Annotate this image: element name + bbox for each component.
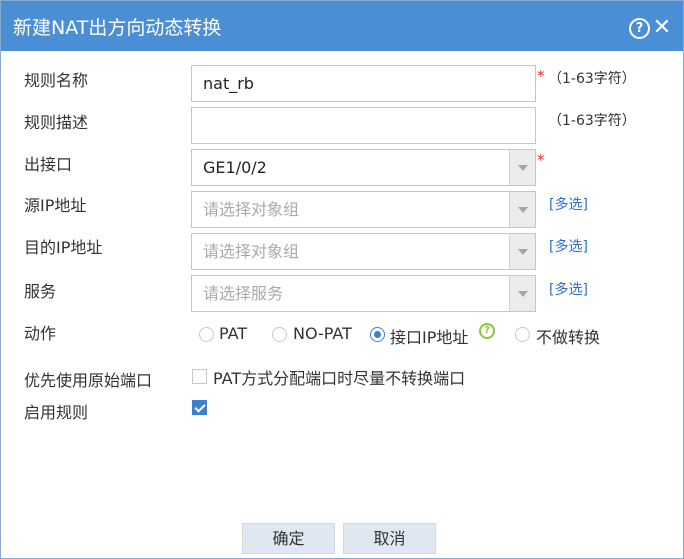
- prefer-port-checkbox[interactable]: [192, 369, 207, 384]
- dst-ip-dropdown-button[interactable]: [509, 234, 535, 269]
- enable-rule-checkbox[interactable]: [192, 400, 207, 415]
- prefer-port-label: 优先使用原始端口: [24, 371, 153, 390]
- radio-no-pat-label[interactable]: NO-PAT: [293, 324, 352, 343]
- radio-interface-ip-label[interactable]: 接口IP地址: [390, 324, 468, 348]
- egress-value: GE1/0/2: [203, 158, 267, 177]
- help-icon[interactable]: ?: [629, 18, 650, 39]
- radio-pat[interactable]: [199, 327, 214, 342]
- chevron-down-icon: [518, 165, 528, 171]
- nat-dialog: 新建NAT出方向动态转换 ? ✕ 规则名称 nat_rb * （1-63字符） …: [0, 0, 684, 559]
- ok-button[interactable]: 确定: [242, 523, 335, 554]
- radio-no-translate[interactable]: [515, 327, 530, 342]
- rule-desc-label: 规则描述: [24, 113, 89, 132]
- radio-interface-ip[interactable]: [370, 327, 385, 342]
- src-ip-select[interactable]: 请选择对象组: [191, 191, 536, 228]
- service-placeholder: 请选择服务: [203, 284, 284, 303]
- cancel-button[interactable]: 取消: [343, 523, 436, 554]
- chevron-down-icon: [518, 291, 528, 297]
- dst-ip-label: 目的IP地址: [24, 238, 103, 257]
- src-ip-multi-select-link[interactable]: [多选]: [549, 194, 588, 214]
- chevron-down-icon: [518, 207, 528, 213]
- rule-desc-input[interactable]: [191, 107, 536, 144]
- egress-required: *: [537, 151, 545, 169]
- question-circle-icon[interactable]: ?: [479, 323, 495, 339]
- service-label: 服务: [24, 282, 57, 301]
- rule-desc-hint: （1-63字符）: [548, 113, 636, 129]
- dst-ip-multi-select-link[interactable]: [多选]: [549, 236, 588, 256]
- rule-name-hint: （1-63字符）: [548, 71, 636, 87]
- chevron-down-icon: [518, 249, 528, 255]
- egress-dropdown-button[interactable]: [509, 150, 535, 185]
- dst-ip-placeholder: 请选择对象组: [203, 242, 300, 261]
- rule-name-input[interactable]: nat_rb: [191, 65, 536, 102]
- src-ip-placeholder: 请选择对象组: [203, 200, 300, 219]
- radio-no-pat[interactable]: [272, 327, 287, 342]
- src-ip-label: 源IP地址: [24, 196, 87, 215]
- close-icon[interactable]: ✕: [652, 17, 672, 39]
- src-ip-dropdown-button[interactable]: [509, 192, 535, 227]
- service-multi-select-link[interactable]: [多选]: [549, 279, 588, 299]
- egress-select[interactable]: GE1/0/2: [191, 149, 536, 186]
- dialog-title: 新建NAT出方向动态转换: [13, 17, 222, 39]
- radio-pat-label[interactable]: PAT: [219, 324, 247, 343]
- rule-name-required: *: [537, 67, 545, 85]
- radio-no-translate-label[interactable]: 不做转换: [536, 324, 600, 348]
- rule-name-label: 规则名称: [24, 71, 89, 90]
- enable-rule-label: 启用规则: [24, 403, 89, 422]
- egress-label: 出接口: [24, 155, 73, 174]
- title-bar: 新建NAT出方向动态转换 ? ✕: [1, 1, 683, 51]
- service-select[interactable]: 请选择服务: [191, 275, 536, 312]
- dst-ip-select[interactable]: 请选择对象组: [191, 233, 536, 270]
- prefer-port-option-label[interactable]: PAT方式分配端口时尽量不转换端口: [213, 365, 465, 389]
- service-dropdown-button[interactable]: [509, 276, 535, 311]
- action-label: 动作: [24, 324, 57, 343]
